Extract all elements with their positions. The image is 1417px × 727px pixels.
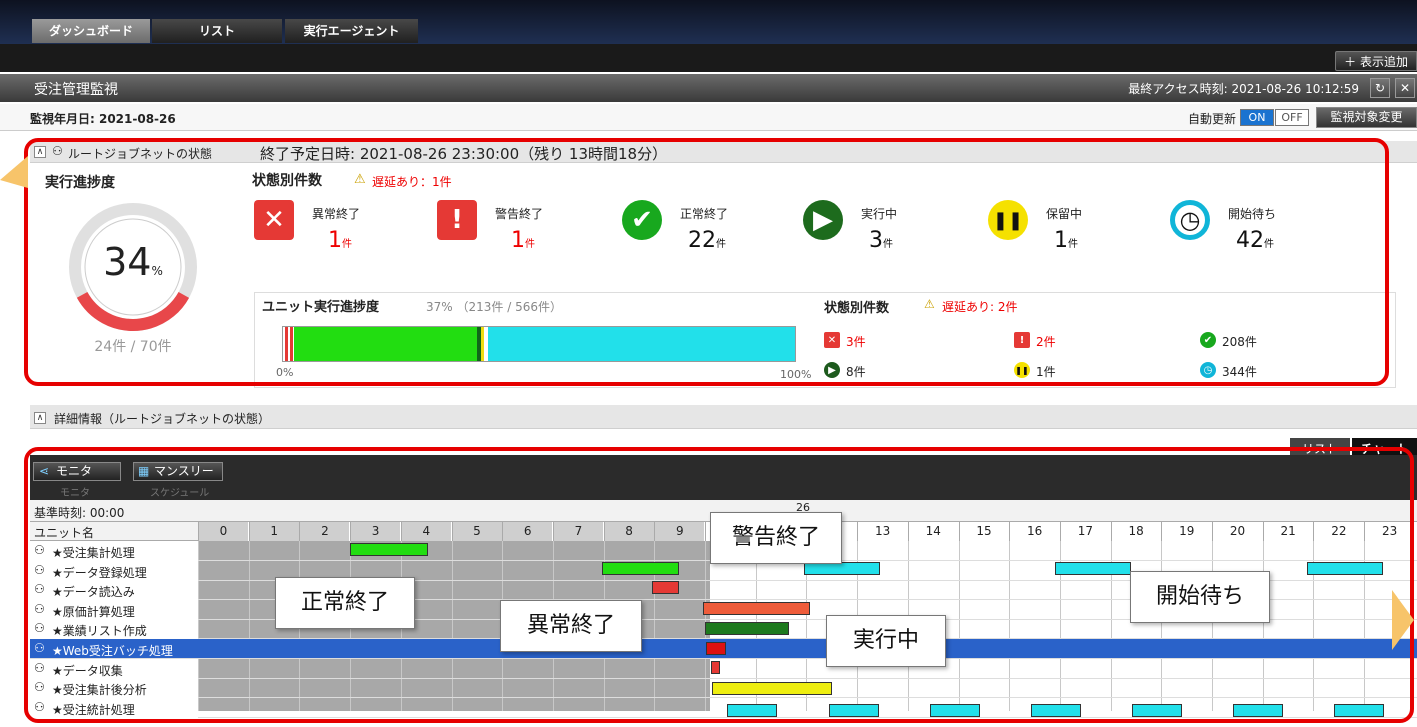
tab-list[interactable]: リスト (152, 19, 282, 43)
toolbar: ＋ 表示追加 (0, 44, 1417, 72)
highlight-chart (24, 447, 1414, 723)
monitor-date: 監視年月日: 2021-08-26 (30, 112, 176, 126)
close-icon[interactable]: ✕ (1395, 78, 1415, 98)
change-target-button[interactable]: 監視対象変更 (1316, 107, 1417, 128)
monitor-date-bar: 監視年月日: 2021-08-26 自動更新 ON OFF 監視対象変更 (0, 104, 1417, 131)
add-view-button[interactable]: ＋ 表示追加 (1335, 51, 1417, 71)
highlight-root-status (24, 138, 1389, 386)
refresh-icon[interactable]: ↻ (1370, 78, 1390, 98)
auto-update-label: 自動更新 (1188, 112, 1237, 126)
top-navigation: ダッシュボード リスト 実行エージェント (0, 0, 1417, 44)
panel-header: 受注管理監視 最終アクセス時刻: 2021-08-26 10:12:59 ↻ ✕ (0, 74, 1417, 102)
details-header: ∧ 詳細情報（ルートジョブネットの状態） (30, 405, 1417, 429)
left-pointer-decoration (0, 156, 28, 188)
auto-update-on[interactable]: ON (1240, 109, 1274, 126)
tab-agent[interactable]: 実行エージェント (285, 19, 418, 43)
auto-update-off[interactable]: OFF (1275, 109, 1309, 126)
right-pointer-decoration (1392, 590, 1414, 650)
tab-dashboard[interactable]: ダッシュボード (32, 19, 150, 43)
panel-title: 受注管理監視 (34, 82, 118, 98)
details-title: 詳細情報（ルートジョブネットの状態） (54, 412, 271, 426)
collapse-icon[interactable]: ∧ (34, 412, 46, 424)
last-access-time: 最終アクセス時刻: 2021-08-26 10:12:59 (1128, 82, 1359, 96)
